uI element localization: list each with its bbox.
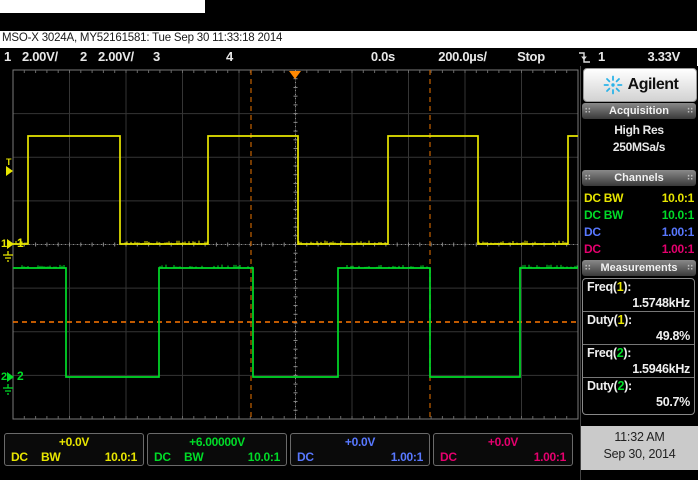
timebase[interactable]: 200.0µs/ xyxy=(420,49,505,65)
grip-icon: ∷ xyxy=(687,264,693,272)
ch4-offset-value: +0.0V xyxy=(434,434,572,450)
ch2-marker-arrow-icon xyxy=(7,372,14,382)
channel1-settings-row: DC BW 10.0:1 xyxy=(584,190,694,206)
acquisition-panel-header[interactable]: ∷ Acquisition ∷ xyxy=(582,103,696,119)
oscilloscope-capture-page: MSO-X 3024A, MY52161581: Tue Sep 30 11:3… xyxy=(0,0,700,500)
trigger-level-readout[interactable]: 3.33V xyxy=(622,49,680,65)
ch4-coupling-label: DC xyxy=(440,450,457,464)
ch3-probe-ratio: 1.00:1 xyxy=(662,224,694,240)
waveform-ch1 xyxy=(13,136,578,244)
meas-label-text: Freq( xyxy=(587,280,617,294)
meas-label-suffix: ): xyxy=(623,280,631,294)
ch3-coupling-label: DC xyxy=(297,450,314,464)
ch2-probe-label: 10.0:1 xyxy=(248,450,280,465)
ch2-bw-label: BW xyxy=(184,450,203,465)
brand-name: Agilent xyxy=(628,76,679,94)
ch2-grid-label: 2 xyxy=(17,370,24,382)
capture-title: MSO-X 3024A, MY52161581: Tue Sep 30 11:3… xyxy=(2,32,692,47)
ch1-coupling: DC BW xyxy=(584,191,623,205)
ch4-probe-ratio: 1.00:1 xyxy=(662,241,694,257)
meas-label-suffix: ): xyxy=(624,379,632,393)
ch2-coupling: DC BW xyxy=(584,208,623,222)
measurements-panel: Freq(1): 1.5748kHz Duty(1): 49.8% Freq(2… xyxy=(582,278,695,415)
ch3-probe-label: 1.00:1 xyxy=(391,450,423,465)
ch1-number[interactable]: 1 xyxy=(4,49,11,65)
trigger-position-icon xyxy=(289,71,301,79)
ch4-coupling: DC xyxy=(584,242,601,256)
ch4-probe-label: 1.00:1 xyxy=(534,450,566,465)
meas-value: 1.5946kHz xyxy=(587,361,690,377)
meas-value: 50.7% xyxy=(587,394,690,410)
acquisition-title: Acquisition xyxy=(591,105,688,117)
measurement-duty1: Duty(1): 49.8% xyxy=(583,312,694,345)
trigger-level-marker[interactable]: T xyxy=(6,158,13,176)
ch1-coupling-label: DC xyxy=(11,450,28,464)
grip-icon: ∷ xyxy=(687,174,693,182)
measurement-freq2: Freq(2): 1.5946kHz xyxy=(583,345,694,378)
ch3-coupling: DC xyxy=(584,225,601,239)
ch1-ground-icon xyxy=(2,251,14,263)
ch1-grid-label: 1 xyxy=(17,237,24,249)
ch2-offset-value: +6.00000V xyxy=(148,434,286,450)
waveform-ch2 xyxy=(13,268,578,377)
edge-trigger-icon xyxy=(577,51,592,64)
time-offset[interactable]: 0.0s xyxy=(345,49,395,65)
ch1-offset-value: +0.0V xyxy=(5,434,143,450)
top-banner-corner xyxy=(205,0,697,13)
ch1-probe-label: 10.0:1 xyxy=(105,450,137,465)
run-state-badge[interactable]: Stop xyxy=(507,49,555,65)
clock-time: 11:32 AM xyxy=(581,426,698,446)
channel2-settings-row: DC BW 10.0:1 xyxy=(584,207,694,223)
ch3-status-box[interactable]: +0.0V DC 1.00:1 xyxy=(290,433,430,466)
grip-icon: ∷ xyxy=(687,107,693,115)
ch3-offset-value: +0.0V xyxy=(291,434,429,450)
ch2-status-box[interactable]: +6.00000V DC BW 10.0:1 xyxy=(147,433,287,466)
measurements-title: Measurements xyxy=(591,262,688,274)
ch2-ground-marker[interactable]: 2 xyxy=(1,372,14,382)
trigger-source[interactable]: 1 xyxy=(598,49,605,65)
sidebar: Agilent ∷ Acquisition ∷ High Res 250MSa/… xyxy=(580,66,698,480)
top-banner-bar xyxy=(0,13,697,31)
ch1-scale-button[interactable]: 2.00V/ xyxy=(22,49,58,65)
acquisition-mode: High Res xyxy=(583,123,695,138)
clock-date: Sep 30, 2014 xyxy=(581,446,698,463)
ch2-number[interactable]: 2 xyxy=(80,49,87,65)
meas-value: 49.8% xyxy=(587,328,690,344)
ch2-scale-button[interactable]: 2.00V/ xyxy=(98,49,134,65)
meas-label-suffix: ): xyxy=(624,313,632,327)
clock-panel: 11:32 AM Sep 30, 2014 xyxy=(581,426,698,470)
meas-label-suffix: ): xyxy=(623,346,631,360)
meas-label-text: Freq( xyxy=(587,346,617,360)
ch4-number[interactable]: 4 xyxy=(226,49,233,65)
ch2-ground-icon xyxy=(2,384,14,396)
channels-panel-header[interactable]: ∷ Channels ∷ xyxy=(582,170,696,186)
ch3-number[interactable]: 3 xyxy=(153,49,160,65)
trigger-level-letter: T xyxy=(6,158,12,166)
agilent-starburst-icon xyxy=(602,74,624,96)
oscilloscope-screen: 1 2.00V/ 2 2.00V/ 3 4 0.0s 200.0µs/ Stop… xyxy=(0,48,697,480)
channel3-settings-row: DC 1.00:1 xyxy=(584,224,694,240)
ch1-marker-arrow-icon xyxy=(7,239,14,249)
measurements-panel-header[interactable]: ∷ Measurements ∷ xyxy=(582,260,696,276)
sample-rate: 250MSa/s xyxy=(583,140,695,155)
ch2-coupling-label: DC xyxy=(154,450,171,464)
meas-label-text: Duty( xyxy=(587,379,617,393)
ch1-bw-label: BW xyxy=(41,450,60,465)
channels-title: Channels xyxy=(591,172,688,184)
brand-badge: Agilent xyxy=(583,68,697,102)
measurement-duty2: Duty(2): 50.7% xyxy=(583,378,694,411)
trigger-arrow-icon xyxy=(6,166,13,176)
measurement-freq1: Freq(1): 1.5748kHz xyxy=(583,279,694,312)
ch1-status-box[interactable]: +0.0V DC BW 10.0:1 xyxy=(4,433,144,466)
meas-value: 1.5748kHz xyxy=(587,295,690,311)
channel4-settings-row: DC 1.00:1 xyxy=(584,241,694,257)
ch1-ground-marker[interactable]: 1 xyxy=(1,239,14,249)
meas-label-text: Duty( xyxy=(587,313,617,327)
ch4-status-box[interactable]: +0.0V DC 1.00:1 xyxy=(433,433,573,466)
graticule-frame xyxy=(13,70,578,419)
ch2-probe-ratio: 10.0:1 xyxy=(662,207,694,223)
ch1-probe-ratio: 10.0:1 xyxy=(662,190,694,206)
